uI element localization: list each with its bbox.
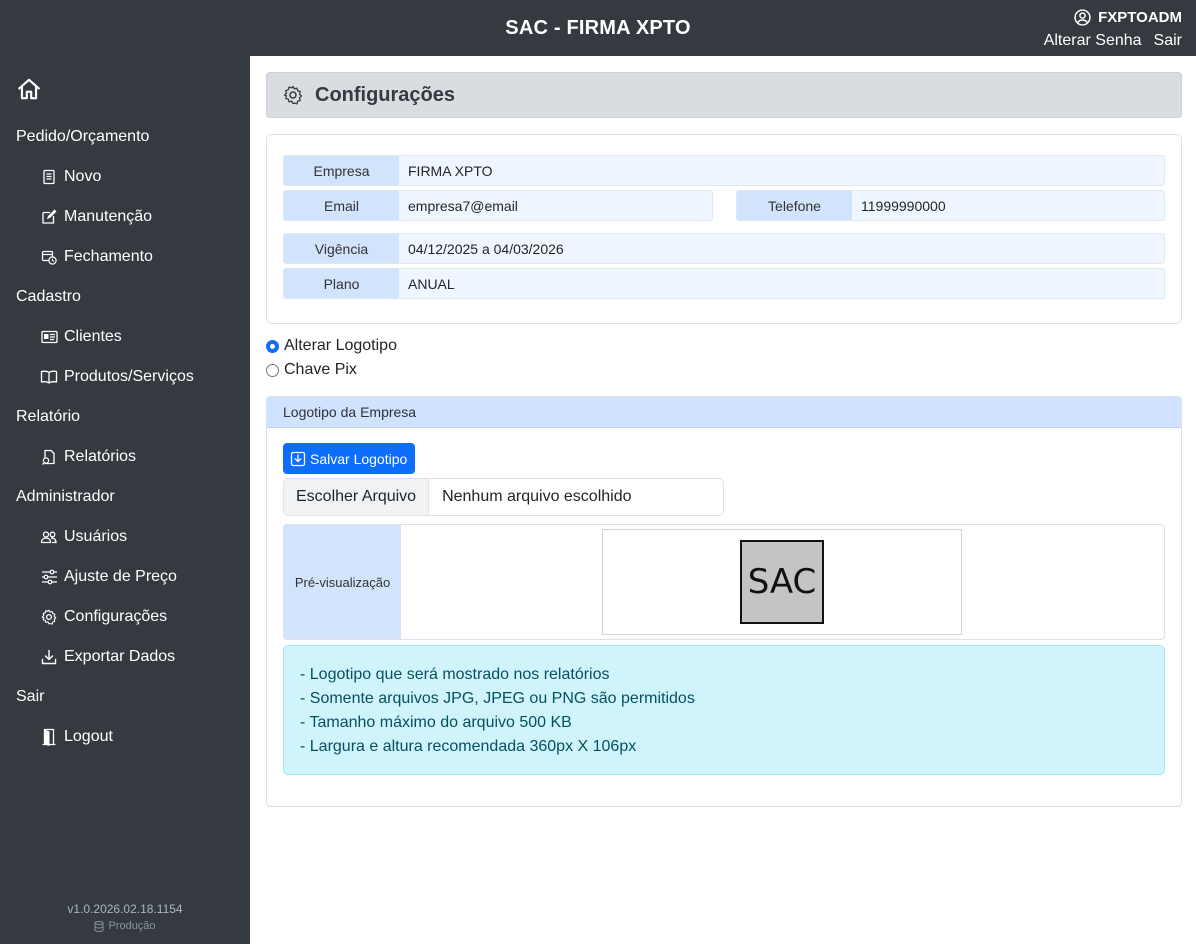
sidebar-item-relatorios[interactable]: Relatórios bbox=[40, 448, 136, 466]
home-icon[interactable] bbox=[16, 76, 42, 102]
app-title: SAC - FIRMA XPTO bbox=[505, 17, 691, 39]
sidebar-item-ajuste-preco[interactable]: Ajuste de Preço bbox=[40, 568, 177, 586]
radio-chave-pix[interactable]: Chave Pix bbox=[266, 358, 397, 382]
sidebar-item-label: Exportar Dados bbox=[64, 648, 176, 665]
book-icon bbox=[40, 368, 58, 386]
telefone-label: Telefone bbox=[737, 191, 852, 220]
vigencia-label: Vigência bbox=[284, 234, 399, 263]
version-text: v1.0.2026.02.18.1154 bbox=[67, 902, 183, 916]
vigencia-value: 04/12/2025 a 04/03/2026 bbox=[408, 240, 564, 257]
sidebar-item-configuracoes[interactable]: Configurações bbox=[40, 608, 167, 626]
sidebar-item-novo[interactable]: Novo bbox=[40, 168, 101, 186]
save-icon bbox=[290, 451, 306, 466]
settings-options: Alterar Logotipo Chave Pix bbox=[266, 334, 397, 382]
sidebar-item-label: Configurações bbox=[64, 608, 168, 625]
sidebar-item-logout[interactable]: Logout bbox=[40, 728, 113, 746]
radio-label[interactable]: Chave Pix bbox=[284, 361, 357, 379]
sidebar-section-administrador: Administrador bbox=[16, 488, 115, 505]
document-icon bbox=[40, 168, 58, 186]
sidebar-item-usuarios[interactable]: Usuários bbox=[40, 528, 127, 546]
user-box: FXPTOADM Alterar Senha Sair bbox=[1044, 7, 1182, 50]
edit-icon bbox=[40, 208, 58, 226]
sidebar-item-clientes[interactable]: Clientes bbox=[40, 328, 122, 346]
sidebar-item-produtos[interactable]: Produtos/Serviços bbox=[40, 368, 194, 386]
id-card-icon bbox=[40, 328, 58, 346]
environment-label: Produção bbox=[0, 920, 250, 932]
radio-unchecked-icon[interactable] bbox=[266, 363, 279, 377]
logo-panel-title: Logotipo da Empresa bbox=[267, 397, 1181, 428]
user-info: FXPTOADM bbox=[1044, 7, 1182, 27]
empresa-row: Empresa FIRMA XPTO bbox=[283, 155, 1165, 186]
empresa-value: FIRMA XPTO bbox=[408, 162, 493, 179]
radio-alterar-logotipo[interactable]: Alterar Logotipo bbox=[266, 334, 397, 358]
save-logo-label: Salvar Logotipo bbox=[310, 450, 408, 467]
save-logo-button[interactable]: Salvar Logotipo bbox=[283, 443, 416, 474]
environment-text: Produção bbox=[108, 920, 156, 932]
exit-link[interactable]: Sair bbox=[1154, 32, 1182, 49]
logo-image: SAC bbox=[740, 540, 824, 624]
info-alert: - Logotipo que será mostrado nos relatór… bbox=[283, 645, 1165, 775]
plano-label: Plano bbox=[284, 269, 399, 298]
sliders-icon bbox=[40, 568, 58, 586]
sidebar-item-label: Usuários bbox=[64, 528, 128, 545]
page-title: Configurações bbox=[315, 83, 456, 106]
telefone-value: 11999990000 bbox=[861, 197, 946, 214]
sidebar-item-exportar[interactable]: Exportar Dados bbox=[40, 648, 175, 666]
sidebar-item-fechamento[interactable]: Fechamento bbox=[40, 248, 153, 266]
sidebar-item-label: Relatórios bbox=[64, 448, 137, 465]
choose-file-button[interactable]: Escolher Arquivo bbox=[284, 479, 430, 515]
info-line: - Somente arquivos JPG, JPEG ou PNG são … bbox=[300, 690, 695, 707]
sidebar: Pedido/Orçamento Novo Manutenção Fechame… bbox=[0, 56, 250, 944]
sidebar-section-pedido: Pedido/Orçamento bbox=[16, 128, 150, 145]
gear-icon bbox=[40, 608, 58, 626]
user-name: FXPTOADM bbox=[1098, 8, 1182, 26]
info-line: - Tamanho máximo do arquivo 500 KB bbox=[300, 714, 572, 731]
top-bar: SAC - FIRMA XPTO FXPTOADM Alterar Senha S… bbox=[0, 0, 1196, 56]
vigencia-row: Vigência 04/12/2025 a 04/03/2026 bbox=[283, 233, 1165, 264]
logo-preview: Pré-visualização SAC bbox=[283, 524, 1165, 640]
email-label: Email bbox=[284, 191, 399, 220]
sidebar-item-label: Manutenção bbox=[64, 208, 153, 225]
plano-value: ANUAL bbox=[408, 275, 455, 292]
radio-checked-icon[interactable] bbox=[266, 339, 279, 353]
preview-frame: SAC bbox=[602, 529, 962, 635]
users-icon bbox=[40, 528, 58, 546]
door-icon bbox=[40, 728, 58, 746]
calendar-clock-icon bbox=[40, 248, 58, 266]
sidebar-item-label: Ajuste de Preço bbox=[64, 568, 177, 585]
email-row: Email empresa7@email bbox=[283, 190, 713, 221]
sidebar-section-sair: Sair bbox=[16, 688, 45, 705]
sidebar-section-cadastro: Cadastro bbox=[16, 288, 81, 305]
sidebar-item-label: Novo bbox=[64, 168, 102, 185]
file-input[interactable]: Escolher Arquivo Nenhum arquivo escolhid… bbox=[283, 478, 724, 516]
preview-label: Pré-visualização bbox=[284, 525, 401, 639]
gear-icon bbox=[283, 85, 303, 105]
sidebar-item-label: Fechamento bbox=[64, 248, 153, 265]
info-line: - Largura e altura recomendada 360px X 1… bbox=[300, 738, 637, 755]
sidebar-item-label: Logout bbox=[64, 728, 113, 745]
info-line: - Logotipo que será mostrado nos relatór… bbox=[300, 666, 610, 683]
email-value: empresa7@email bbox=[408, 197, 518, 214]
file-status: Nenhum arquivo escolhido bbox=[442, 488, 632, 505]
radio-label[interactable]: Alterar Logotipo bbox=[284, 337, 397, 355]
telefone-row: Telefone 11999990000 bbox=[736, 190, 1165, 221]
sidebar-item-label: Clientes bbox=[64, 328, 122, 345]
user-circle-icon bbox=[1074, 8, 1091, 26]
sidebar-section-relatorio: Relatório bbox=[16, 408, 81, 425]
database-icon bbox=[94, 920, 104, 932]
logo-panel: Logotipo da Empresa Salvar Logotipo Esco… bbox=[266, 396, 1182, 807]
empresa-label: Empresa bbox=[284, 156, 399, 185]
change-password-link[interactable]: Alterar Senha bbox=[1044, 32, 1142, 49]
plano-row: Plano ANUAL bbox=[283, 268, 1165, 299]
page-header: Configurações bbox=[266, 72, 1182, 118]
report-icon bbox=[40, 448, 58, 466]
sidebar-item-label: Produtos/Serviços bbox=[64, 368, 194, 385]
sidebar-item-manutencao[interactable]: Manutenção bbox=[40, 208, 152, 226]
download-icon bbox=[40, 648, 58, 666]
company-info-card: Empresa FIRMA XPTO Email empresa7@email … bbox=[266, 134, 1182, 324]
